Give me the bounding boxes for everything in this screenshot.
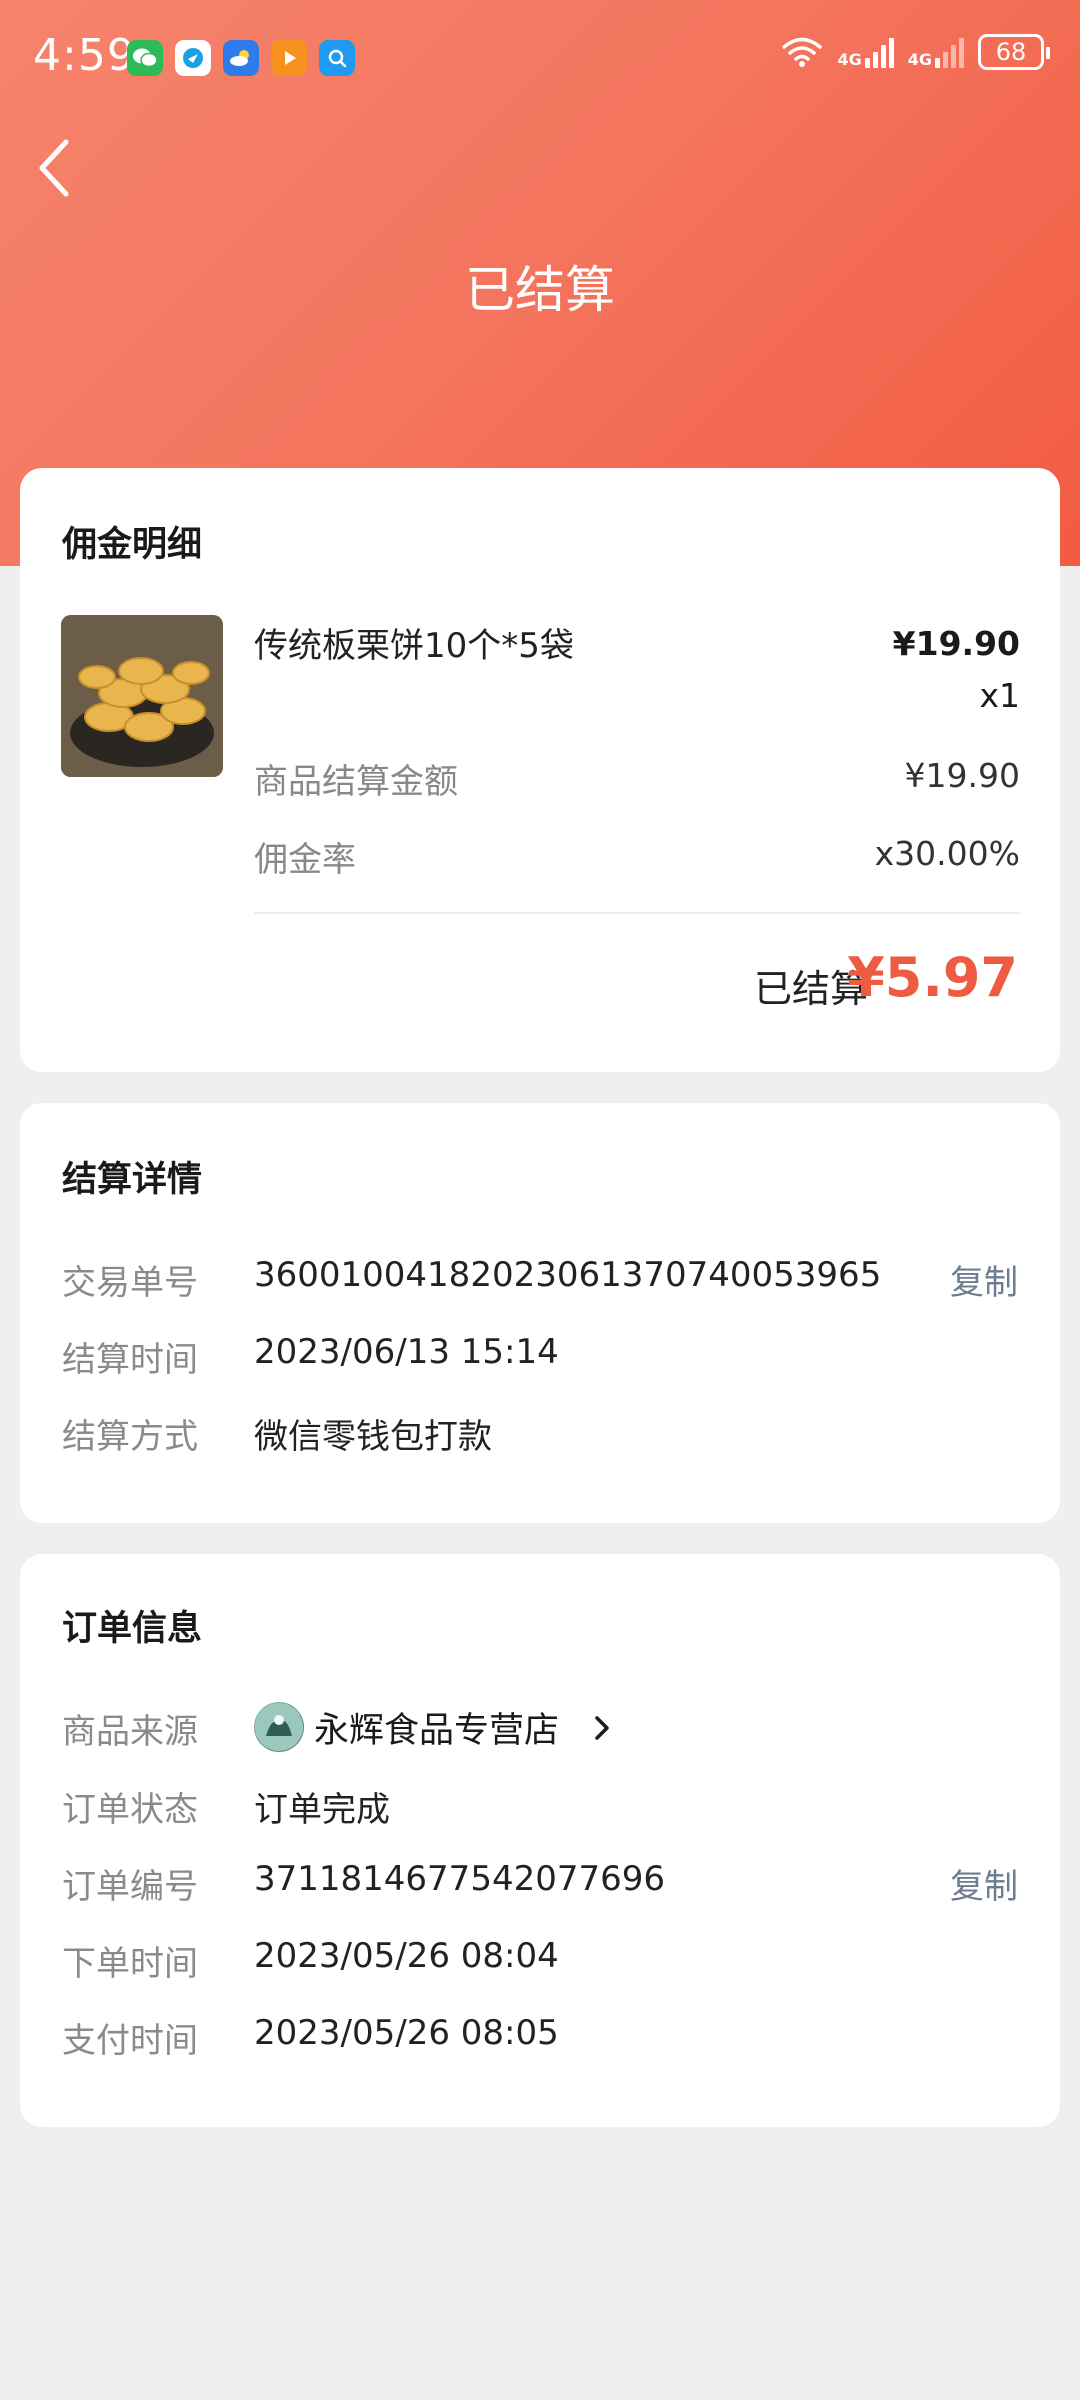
wechat-icon <box>127 40 163 76</box>
status-time: 4:59 <box>33 30 136 81</box>
back-button[interactable] <box>30 132 86 204</box>
signal-bars-icon <box>935 36 964 68</box>
network-type-label: 4G <box>907 50 932 69</box>
signal-bars-icon <box>864 36 894 68</box>
copy-order-number-button[interactable]: 复制 <box>950 1859 1018 1908</box>
shop-avatar[interactable] <box>254 1702 304 1752</box>
commission-card-title: 佣金明细 <box>62 525 203 565</box>
settlement-time-label: 结算时间 <box>62 1340 198 1380</box>
order-status-value: 订单完成 <box>254 1790 390 1830</box>
settlement-method-label: 结算方式 <box>62 1417 198 1457</box>
settlement-time-value: 2023/06/13 15:14 <box>254 1332 559 1372</box>
settled-amount: ¥5.97 <box>847 946 1018 1009</box>
battery-indicator: 68 <box>978 34 1050 70</box>
browser-icon <box>175 40 211 76</box>
transaction-number-value: 3600100418202306137074005396​5 <box>254 1255 882 1295</box>
order-card-title: 订单信息 <box>62 1609 203 1649</box>
page-title: 已结算 <box>465 261 615 319</box>
battery-level: 68 <box>995 38 1027 66</box>
product-source-label: 商品来源 <box>62 1712 198 1752</box>
order-time-value: 2023/05/26 08:04 <box>254 1936 559 1976</box>
order-time-label: 下单时间 <box>62 1944 198 1984</box>
payment-time-value: 2023/05/26 08:05 <box>254 2013 559 2053</box>
product-name[interactable]: 传统板栗饼10个*5袋 <box>254 618 574 667</box>
status-bar: 4:59 4G 4G 68 <box>0 0 1080 116</box>
cellular-signal-1: 4G <box>837 36 894 69</box>
settlement-amount-label: 商品结算金额 <box>254 762 458 802</box>
settlement-amount-value: ¥19.90 <box>904 756 1020 795</box>
order-number-value: 3711814677542077696 <box>254 1859 666 1899</box>
status-indicators: 4G 4G 68 <box>781 34 1050 70</box>
settlement-card: 结算详情 交易单号 3600100418202306137074005396​5… <box>20 1103 1060 1523</box>
payment-time-label: 支付时间 <box>62 2021 198 2061</box>
transaction-number-label: 交易单号 <box>62 1263 198 1303</box>
weather-icon <box>223 40 259 76</box>
chevron-right-icon[interactable] <box>588 1710 616 1746</box>
copy-transaction-button[interactable]: 复制 <box>950 1255 1018 1304</box>
commission-rate-label: 佣金率 <box>254 840 356 880</box>
commission-rate-value: x30.00% <box>874 834 1020 873</box>
order-card: 订单信息 商品来源 永辉食品专营店 订单状态 订单完成 订单编号 3711814… <box>20 1554 1060 2127</box>
video-icon <box>271 40 307 76</box>
commission-card: 佣金明细 传统板栗饼10个*5袋 ¥19.90 x1 商品结算金额 ¥19.90… <box>20 468 1060 1072</box>
product-thumbnail[interactable] <box>61 615 223 777</box>
settlement-method-value: 微信零钱包打款 <box>254 1417 492 1457</box>
search-icon <box>319 40 355 76</box>
network-type-label: 4G <box>837 50 862 69</box>
wifi-icon <box>782 37 823 67</box>
product-price: ¥19.90 <box>892 624 1020 663</box>
divider <box>254 912 1020 914</box>
notification-icons <box>127 40 355 76</box>
shop-name-link[interactable]: 永辉食品专营店 <box>314 1702 559 1753</box>
order-status-label: 订单状态 <box>62 1790 198 1830</box>
product-quantity: x1 <box>979 676 1020 715</box>
order-number-label: 订单编号 <box>62 1867 198 1907</box>
cellular-signal-2: 4G <box>908 36 964 68</box>
chevron-left-icon <box>39 139 69 197</box>
settlement-card-title: 结算详情 <box>62 1160 203 1200</box>
